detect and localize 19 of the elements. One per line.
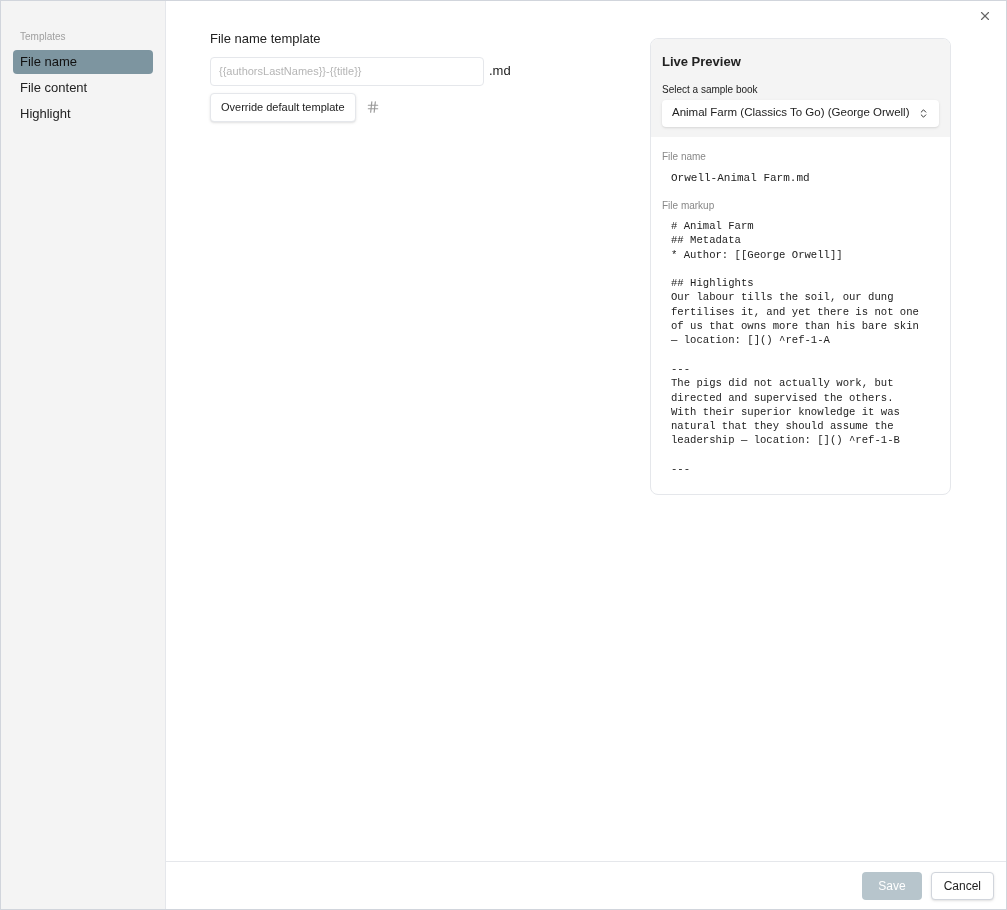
- file-name-label: File name: [662, 149, 707, 164]
- extension-label: .md: [489, 62, 511, 81]
- form-title: File name template: [210, 30, 322, 48]
- sidebar-heading: Templates: [19, 30, 67, 44]
- select-label: Select a sample book: [662, 82, 759, 97]
- up-down-chevron-icon: [918, 107, 929, 119]
- override-button[interactable]: Override default template: [210, 92, 356, 122]
- sidebar-item[interactable]: Highlight: [13, 102, 153, 126]
- template-field[interactable]: {{authorsLastNames}}-{{title}}: [210, 56, 484, 86]
- close-icon[interactable]: [978, 9, 992, 23]
- cancel-button[interactable]: Cancel: [930, 871, 994, 900]
- file-markup-label: File markup: [662, 199, 716, 213]
- preview-title: Live Preview: [662, 53, 742, 71]
- hash-icon: [365, 100, 380, 114]
- sample-book-select[interactable]: Animal Farm (Classics To Go) (George Orwell): [662, 99, 939, 127]
- sidebar-item[interactable]: File name: [13, 50, 153, 74]
- file-name-value: Orwell-Animal Farm.md: [670, 170, 811, 186]
- sidebar-item[interactable]: File content: [13, 76, 153, 100]
- file-markup: # Animal Farm ## Metadata * Author: [[George Orwell]] ## Highlights Our labour tills the soil, our dung fertilises it, and yet there is not one of us that owns more than his bare skin — location: []() ^ref-1-A --- The pigs did not actually work, but directed and supervised the others. With their superior knowledge it was natural that they should assume the leadership — location: []() ^ref-1-B ---: [670, 219, 920, 477]
